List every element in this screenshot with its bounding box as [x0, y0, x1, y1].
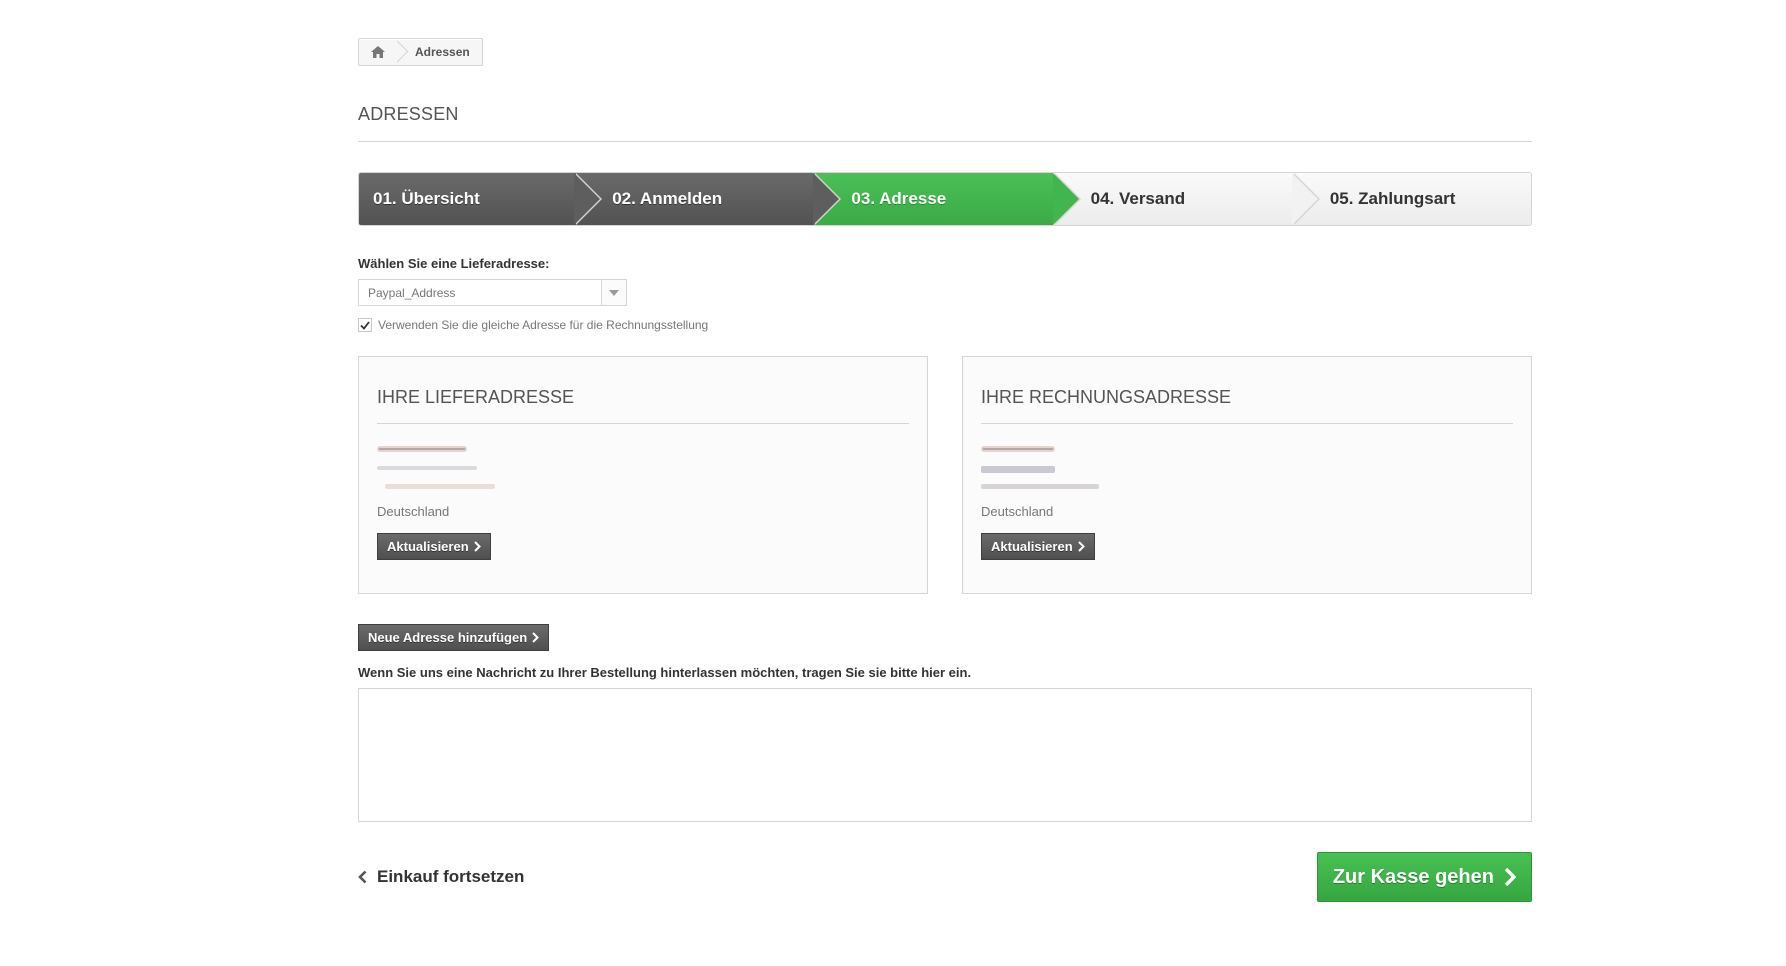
step-label: 04. Versand [1090, 189, 1186, 208]
chevron-right-icon [473, 541, 481, 552]
breadcrumb: Adressen [358, 38, 483, 66]
continue-shopping-label: Einkauf fortsetzen [377, 867, 525, 886]
same-address-checkbox[interactable] [358, 318, 372, 332]
page: Adressen ADRESSEN 01. Übersicht 02. Anme… [0, 0, 1786, 966]
billing-country: Deutschland [981, 504, 1054, 519]
checkout-button[interactable]: Zur Kasse gehen [1316, 852, 1532, 902]
delivery-address-select[interactable]: Paypal_Address [358, 279, 627, 306]
delivery-select-label: Wählen Sie eine Lieferadresse: [358, 256, 550, 271]
step-label: 02. Anmelden [612, 189, 723, 208]
step-arrow [1291, 173, 1318, 225]
redacted-address-image [377, 446, 495, 489]
billing-address-title: IHRE RECHNUNGSADRESSE [981, 387, 1513, 424]
chevron-left-icon [358, 870, 367, 884]
delivery-country: Deutschland [377, 504, 450, 519]
continue-shopping-link[interactable]: Einkauf fortsetzen [358, 867, 524, 887]
breadcrumb-home-link[interactable] [359, 39, 397, 65]
step-shipping: 04. Versand [1052, 173, 1320, 225]
button-label: Neue Adresse hinzufügen [368, 630, 528, 645]
page-title: ADRESSEN [358, 104, 1532, 142]
update-billing-address-button[interactable]: Aktualisieren [981, 533, 1095, 560]
dropdown-toggle[interactable] [601, 280, 626, 305]
checkmark-icon [360, 320, 370, 330]
delivery-address-box: IHRE LIEFERADRESSE Deutschland Aktualisi… [358, 356, 928, 594]
step-address: 03. Adresse [813, 173, 1081, 225]
step-arrow [1052, 173, 1079, 225]
step-login[interactable]: 02. Anmelden [574, 173, 842, 225]
chevron-down-icon [609, 289, 619, 296]
breadcrumb-separator [397, 39, 409, 65]
chevron-right-icon [1077, 541, 1085, 552]
address-boxes: IHRE LIEFERADRESSE Deutschland Aktualisi… [358, 356, 1532, 594]
button-label: Aktualisieren [387, 539, 469, 554]
chevron-right-icon [532, 632, 540, 643]
order-message-textarea[interactable] [358, 688, 1532, 822]
breadcrumb-current: Adressen [415, 45, 470, 59]
step-arrow [574, 173, 601, 225]
step-label: 03. Adresse [851, 189, 947, 208]
button-label: Aktualisieren [991, 539, 1073, 554]
step-arrow [813, 173, 840, 225]
new-address-row: Neue Adresse hinzufügen [358, 624, 1532, 651]
step-label: 01. Übersicht [373, 189, 480, 208]
redacted-address-lines [981, 442, 1513, 494]
add-new-address-button[interactable]: Neue Adresse hinzufügen [358, 624, 550, 651]
footer-actions: Einkauf fortsetzen Zur Kasse gehen [358, 852, 1532, 902]
order-message-label: Wenn Sie uns eine Nachricht zu Ihrer Bes… [358, 665, 972, 680]
main-content: Adressen ADRESSEN 01. Übersicht 02. Anme… [358, 38, 1532, 902]
checkout-steps: 01. Übersicht 02. Anmelden 03. Adresse 0… [358, 172, 1532, 226]
redacted-address-image [981, 446, 1099, 489]
billing-address-box: IHRE RECHNUNGSADRESSE Deutschland Aktual… [962, 356, 1532, 594]
redacted-address-lines [377, 442, 909, 494]
checkout-button-label: Zur Kasse gehen [1332, 865, 1494, 888]
step-overview[interactable]: 01. Übersicht [359, 173, 603, 225]
chevron-right-icon [1504, 867, 1516, 887]
same-address-label: Verwenden Sie die gleiche Adresse für di… [378, 318, 709, 332]
same-address-option: Verwenden Sie die gleiche Adresse für di… [358, 318, 1532, 332]
delivery-address-title: IHRE LIEFERADRESSE [377, 387, 909, 424]
delivery-address-select-value: Paypal_Address [368, 285, 456, 300]
update-delivery-address-button[interactable]: Aktualisieren [377, 533, 491, 560]
home-icon [371, 46, 385, 58]
step-label: 05. Zahlungsart [1329, 189, 1456, 208]
step-payment: 05. Zahlungsart [1291, 173, 1531, 225]
